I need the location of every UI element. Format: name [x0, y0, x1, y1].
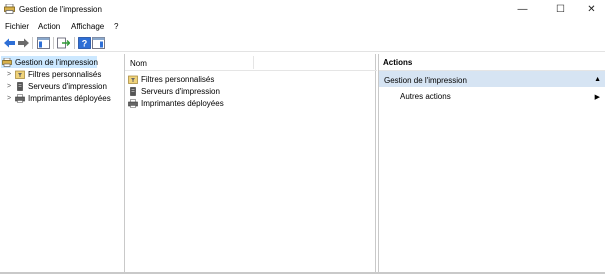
help-icon[interactable]: ? — [78, 37, 91, 49]
actions-pane: Actions Gestion de l'impression ▲ Autres… — [378, 54, 605, 272]
toolbar-separator — [53, 37, 54, 49]
result-list: Nom Filtres personnalisés Serveurs d'imp… — [124, 54, 377, 272]
show-hide-tree-icon[interactable] — [37, 37, 50, 49]
list-item-label: Imprimantes déployées — [141, 98, 224, 108]
action-more-actions[interactable]: Autres actions ▶ — [379, 90, 605, 104]
close-button[interactable]: ✕ — [575, 0, 605, 19]
column-divider[interactable] — [253, 56, 254, 69]
list-item-label: Serveurs d'impression — [141, 86, 220, 96]
toolbar-separator — [32, 37, 33, 49]
minimize-button[interactable]: — — [506, 0, 539, 19]
tree-item-label: Gestion de l'impression — [15, 57, 98, 67]
menu-fichier[interactable]: Fichier — [5, 22, 29, 31]
forward-arrow-icon[interactable] — [17, 37, 30, 49]
column-header-nom[interactable]: Nom — [130, 59, 147, 68]
printer-icon — [15, 93, 25, 103]
actions-section-header[interactable]: Gestion de l'impression ▲ — [379, 71, 605, 87]
export-list-icon[interactable] — [57, 37, 70, 49]
menu-affichage[interactable]: Affichage — [71, 22, 104, 31]
server-icon — [17, 81, 23, 91]
toolbar: ? — [0, 34, 605, 52]
tree-item-label: Filtres personnalisés — [28, 69, 102, 79]
tree-item-printers[interactable]: > Imprimantes déployées — [5, 92, 111, 104]
expand-chevron-icon[interactable]: > — [5, 95, 13, 102]
list-item[interactable]: Imprimantes déployées — [128, 97, 224, 109]
list-item[interactable]: Serveurs d'impression — [128, 85, 220, 97]
filter-folder-icon — [15, 70, 25, 79]
column-header[interactable]: Nom — [125, 54, 377, 71]
submenu-arrow-icon: ▶ — [594, 94, 600, 101]
server-icon — [130, 86, 136, 96]
menu-action[interactable]: Action — [38, 22, 60, 31]
menu-help[interactable]: ? — [114, 22, 118, 31]
svg-text:?: ? — [82, 39, 88, 49]
collapse-triangle-icon[interactable]: ▲ — [594, 76, 601, 83]
expand-chevron-icon[interactable]: > — [5, 71, 13, 78]
title-bar: Gestion de l'impression — ☐ ✕ — [0, 0, 605, 19]
tree-item-label: Imprimantes déployées — [28, 93, 111, 103]
printer-icon — [128, 98, 138, 108]
tree-item-servers[interactable]: > Serveurs d'impression — [5, 80, 107, 92]
list-item[interactable]: Filtres personnalisés — [128, 73, 214, 85]
tree-item-label: Serveurs d'impression — [28, 81, 107, 91]
expand-chevron-icon[interactable]: > — [5, 83, 13, 90]
tree-item-root[interactable]: Gestion de l'impression — [1, 56, 98, 68]
toolbar-separator — [74, 37, 75, 49]
back-arrow-icon[interactable] — [3, 37, 16, 49]
actions-section-label: Gestion de l'impression — [384, 76, 467, 85]
print-management-icon — [4, 4, 15, 14]
maximize-button[interactable]: ☐ — [544, 0, 577, 19]
tree-item-filters[interactable]: > Filtres personnalisés — [5, 68, 101, 80]
actions-title: Actions — [379, 54, 605, 71]
menu-bar: Fichier Action Affichage ? — [0, 19, 605, 34]
print-management-icon — [2, 57, 12, 67]
list-item-label: Filtres personnalisés — [141, 74, 215, 84]
filter-folder-icon — [128, 75, 138, 84]
show-hide-action-pane-icon[interactable] — [92, 37, 105, 49]
console-tree: Gestion de l'impression > Filtres person… — [0, 54, 122, 272]
action-label: Autres actions — [400, 92, 451, 101]
window-title: Gestion de l'impression — [19, 5, 102, 14]
